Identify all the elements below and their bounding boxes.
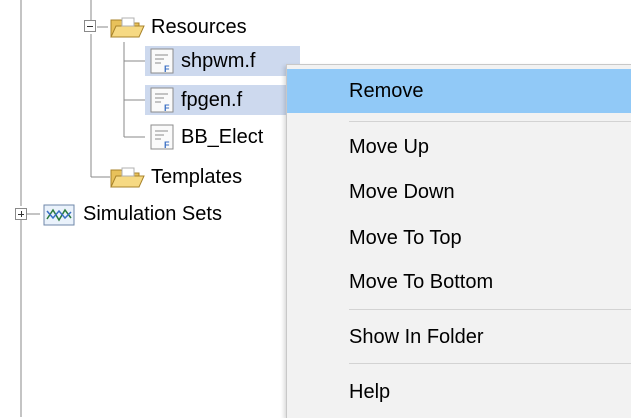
menu-item-label: Move Up [349,135,430,158]
tree-item-shpwm[interactable]: F shpwm.f [145,46,300,76]
tree-item-resources[interactable]: Resources [108,12,250,42]
menu-item-move-down[interactable]: Move Down [287,170,631,214]
folder-open-icon [110,167,145,188]
tree-item-label: shpwm.f [181,49,256,72]
folder-open-icon [110,17,145,38]
waveform-icon [43,204,75,226]
tree-item-simulation-sets[interactable]: Simulation Sets [40,199,225,229]
menu-item-remove[interactable]: Remove [287,69,631,113]
tree-item-label: Templates [151,165,243,188]
collapse-icon[interactable] [84,20,96,32]
expand-icon[interactable] [15,208,27,220]
menu-item-move-to-top[interactable]: Move To Top [287,216,631,260]
menu-separator [349,309,631,310]
tree-item-label: Simulation Sets [83,202,222,225]
file-f-icon: F [150,124,174,150]
menu-item-label: Show In Folder [349,325,484,348]
file-f-icon: F [150,48,174,74]
menu-separator [349,363,631,364]
menu-item-move-up[interactable]: Move Up [287,125,631,169]
tree-item-label: fpgen.f [181,88,243,111]
tree-item-fpgen[interactable]: F fpgen.f [145,85,286,115]
context-menu: Remove Move Up Move Down Move To Top Mov… [286,64,631,418]
menu-item-label: Help [349,380,391,403]
menu-item-show-in-folder[interactable]: Show In Folder [287,315,631,359]
menu-item-move-to-bottom[interactable]: Move To Bottom [287,260,631,304]
menu-item-label: Move To Bottom [349,270,494,293]
tree-item-label: BB_Elect [181,125,264,148]
svg-text:F: F [164,103,170,113]
file-f-icon: F [150,87,174,113]
menu-separator [349,121,631,122]
svg-text:F: F [164,64,170,74]
tree-item-bb-elect[interactable]: F BB_Elect [145,122,266,152]
menu-item-help[interactable]: Help [287,370,631,414]
menu-item-label: Move To Top [349,226,462,249]
menu-item-label: Remove [349,79,424,102]
tree-item-label: Resources [151,15,247,38]
tree-item-templates[interactable]: Templates [108,162,245,192]
svg-text:F: F [164,140,170,150]
menu-item-label: Move Down [349,180,455,203]
